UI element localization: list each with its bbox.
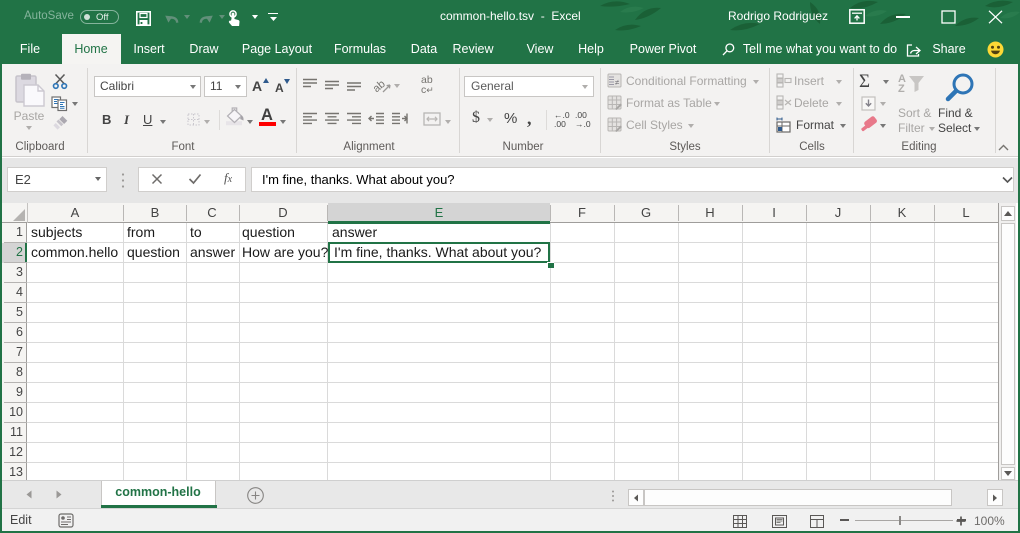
svg-text:ab: ab — [373, 78, 388, 94]
svg-text:≠: ≠ — [615, 78, 620, 87]
